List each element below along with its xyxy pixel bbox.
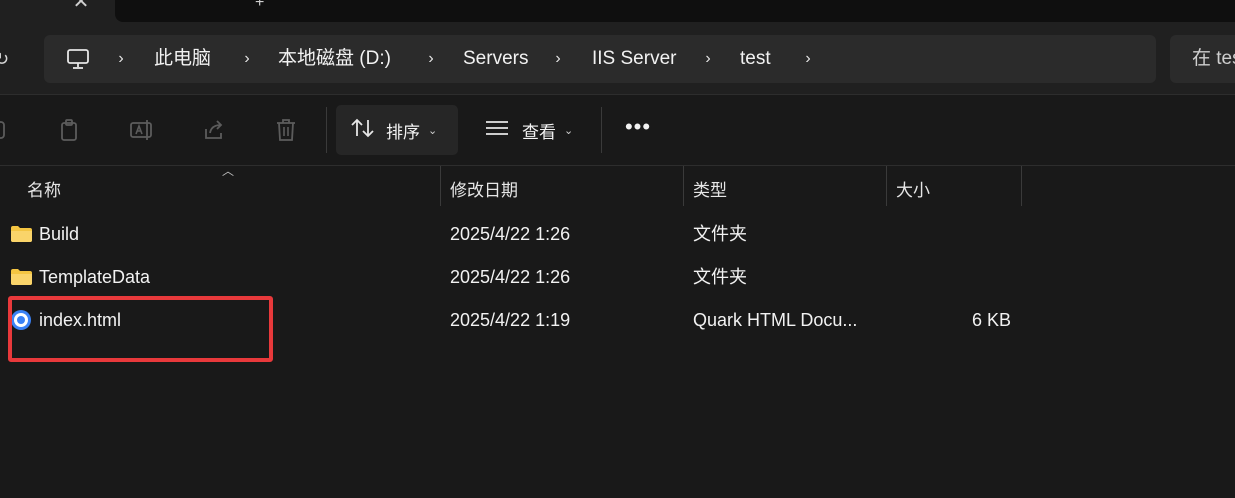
column-resize-handle[interactable] [440,166,441,206]
close-tab-icon[interactable]: ✕ [68,0,94,14]
toolbar-divider [326,107,327,153]
breadcrumb-item-iis-server[interactable]: IIS Server [592,48,676,70]
more-options-button[interactable]: ••• [620,116,656,143]
copy-icon[interactable] [57,117,83,143]
chevron-right-icon[interactable]: › [240,47,254,71]
search-box[interactable]: 在 test 中搜索 [1170,35,1235,83]
file-row-templatedata[interactable]: TemplateData 2025/4/22 1:26 文件夹 [0,256,1235,298]
breadcrumb-item-drive-d[interactable]: 本地磁盘 (D:) [278,48,391,70]
column-header-size[interactable]: 大小 [896,176,930,201]
breadcrumb-item-test[interactable]: test [740,48,771,70]
file-size: 6 KB [972,310,1012,330]
file-type: 文件夹 [693,267,747,287]
search-input[interactable]: 在 test 中搜索 [1192,48,1235,70]
address-row: ↻ › 此电脑 › 本地磁盘 (D:) › Servers › IIS Serv… [0,28,1235,94]
share-icon[interactable] [201,117,227,143]
chevron-down-icon: ⌄ [564,124,574,137]
file-name[interactable]: TemplateData [39,266,150,288]
sort-icon [350,116,376,145]
view-label: 查看 [522,122,556,142]
folder-icon [10,268,33,286]
view-button[interactable]: 查看 ⌄ [474,105,594,155]
rename-icon[interactable] [129,117,155,143]
file-name[interactable]: Build [39,223,79,245]
address-bar[interactable]: › 此电脑 › 本地磁盘 (D:) › Servers › IIS Server… [44,35,1156,83]
column-header-modified[interactable]: 修改日期 [450,176,518,201]
delete-icon[interactable] [273,117,299,143]
file-type: Quark HTML Docu... [693,310,858,330]
cut-icon[interactable] [0,117,12,143]
toolbar: 排序 ⌄ 查看 ⌄ ••• [0,95,1235,165]
chevron-right-icon[interactable]: › [801,47,815,71]
breadcrumb-item-this-pc[interactable]: 此电脑 [154,48,211,70]
sort-button[interactable]: 排序 ⌄ [336,105,458,155]
chevron-right-icon[interactable]: › [114,47,128,71]
file-modified: 2025/4/22 1:26 [450,267,571,287]
column-header-type[interactable]: 类型 [693,176,727,201]
breadcrumb: › 此电脑 › 本地磁盘 (D:) › Servers › IIS Server… [44,35,1156,83]
breadcrumb-item-servers[interactable]: Servers [463,48,528,70]
column-resize-handle[interactable] [683,166,684,206]
sort-label: 排序 [386,122,420,142]
tab-strip: ✕ + [0,0,1235,28]
sort-ascending-icon: ︿ [222,164,235,178]
file-row-build[interactable]: Build 2025/4/22 1:26 文件夹 [0,213,1235,255]
refresh-icon[interactable]: ↻ [0,48,12,70]
chevron-right-icon[interactable]: › [701,47,715,71]
toolbar-divider [601,107,602,153]
chevron-down-icon: ⌄ [428,124,438,137]
view-icon [484,118,510,143]
file-modified: 2025/4/22 1:19 [450,310,571,330]
column-resize-handle[interactable] [1021,166,1022,206]
chevron-right-icon[interactable]: › [424,47,438,71]
column-header-name[interactable]: 名称 [27,176,61,201]
column-headers: ︿ 名称 修改日期 类型 大小 [0,164,1235,206]
new-tab-icon[interactable]: + [255,0,264,12]
file-type: 文件夹 [693,224,747,244]
highlight-box [8,296,273,362]
chevron-right-icon[interactable]: › [551,47,565,71]
file-modified: 2025/4/22 1:26 [450,224,571,244]
column-resize-handle[interactable] [886,166,887,206]
active-tab[interactable]: + [115,0,1235,22]
folder-icon [10,225,33,243]
